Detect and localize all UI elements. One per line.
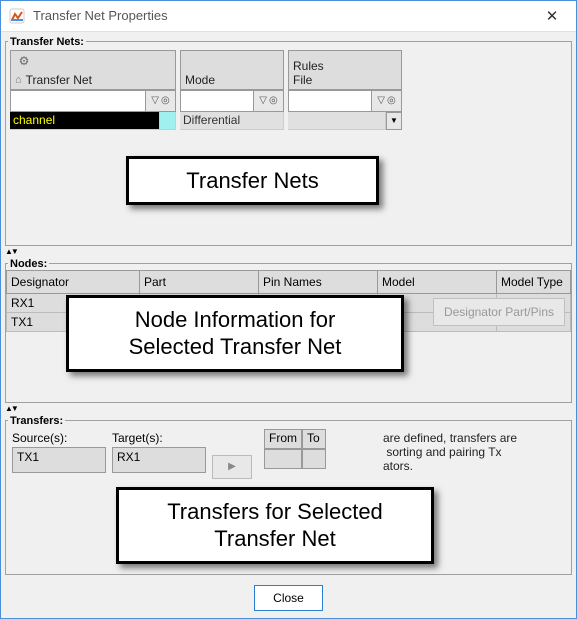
callout-transfers: Transfers for Selected Transfer Net	[116, 487, 434, 564]
filter-transfer-net-icons[interactable]: ▽ ◎	[146, 90, 176, 112]
funnel-icon: ▽	[259, 95, 267, 106]
window-close-button[interactable]: ✕	[536, 7, 568, 25]
callout-transfers-line2: Transfer Net	[214, 526, 335, 551]
to-header[interactable]: To	[302, 429, 326, 449]
titlebar: Transfer Net Properties ✕	[1, 1, 576, 32]
splitter-1[interactable]: ▲▼	[3, 248, 574, 256]
callout-nodes-line2: Selected Transfer Net	[129, 334, 342, 359]
th-model[interactable]: Model	[378, 270, 497, 293]
filter-mode-input[interactable]	[180, 90, 254, 112]
hint-line2: sorting and pairing Tx	[386, 445, 501, 459]
filter-mode-icons[interactable]: ▽ ◎	[254, 90, 284, 112]
callout-nodes: Node Information for Selected Transfer N…	[66, 295, 404, 372]
transfers-legend: Transfers:	[8, 415, 65, 427]
th-designator[interactable]: Designator	[7, 270, 140, 293]
transfer-nets-legend: Transfer Nets:	[8, 36, 86, 48]
target-icon: ◎	[387, 95, 396, 106]
filter-transfer-net-input[interactable]	[10, 90, 146, 112]
transfers-hint-text: are defined, transfers are sorting and p…	[383, 431, 563, 473]
sources-column: Source(s): TX1	[12, 429, 106, 479]
transfer-nets-grid: ⚙ ⌂ Transfer Net ▽ ◎	[6, 48, 571, 132]
home-icon: ⌂	[15, 74, 22, 86]
callout-transfer-nets: Transfer Nets	[126, 156, 379, 206]
splitter-2[interactable]: ▲▼	[3, 405, 574, 413]
targets-column: Target(s): RX1	[112, 429, 206, 479]
callout-transfer-nets-text: Transfer Nets	[186, 168, 318, 193]
filter-rules-file-icons[interactable]: ▽ ◎	[372, 90, 402, 112]
list-item[interactable]: TX1	[17, 450, 101, 464]
arrow-right-icon: ▶	[228, 461, 236, 472]
list-item[interactable]: RX1	[117, 450, 201, 464]
nodes-header-row: Designator Part Pin Names Model Model Ty…	[7, 270, 571, 293]
funnel-icon: ▽	[377, 95, 385, 106]
sources-label: Source(s):	[12, 429, 106, 447]
callout-nodes-line1: Node Information for	[135, 307, 336, 332]
sources-list[interactable]: TX1	[12, 447, 106, 473]
col-mode-label[interactable]: Mode	[185, 73, 279, 87]
transfers-group: Transfers: Source(s): TX1 Target(s): RX1	[5, 415, 572, 575]
col-transfer-net: ⚙ ⌂ Transfer Net ▽ ◎	[10, 50, 176, 130]
col-transfer-net-label[interactable]: Transfer Net	[26, 73, 92, 87]
designator-part-pins-button[interactable]: Designator Part/Pins	[433, 298, 565, 326]
nodes-group: Nodes: Designator Part Pin Names Model M…	[5, 258, 572, 403]
window-root: Transfer Net Properties ✕ Transfer Nets:…	[0, 0, 577, 619]
targets-list[interactable]: RX1	[112, 447, 206, 473]
callout-transfers-line1: Transfers for Selected	[167, 499, 383, 524]
from-cell[interactable]	[264, 449, 302, 469]
rules-file-dropdown-button[interactable]: ▼	[386, 112, 402, 130]
cell-transfer-net-name[interactable]: channel	[10, 112, 160, 130]
target-icon: ◎	[161, 95, 170, 106]
th-model-type[interactable]: Model Type	[497, 270, 571, 293]
funnel-icon: ▽	[151, 95, 159, 106]
from-header[interactable]: From	[264, 429, 302, 449]
body: Transfer Nets: ⚙ ⌂ Transfer Net	[1, 32, 576, 579]
filter-rules-file-input[interactable]	[288, 90, 372, 112]
col-rules-file-label[interactable]: Rules File	[293, 59, 397, 87]
hint-line1: are defined, transfers are	[383, 431, 517, 445]
window-title: Transfer Net Properties	[33, 8, 536, 23]
cell-transfer-net-marker	[160, 112, 176, 130]
col-mode: Mode ▽ ◎ Differential	[180, 50, 284, 130]
fromto-column: From To	[264, 429, 334, 479]
footer: Close	[1, 579, 576, 618]
th-part[interactable]: Part	[140, 270, 259, 293]
gear-icon[interactable]: ⚙	[12, 52, 36, 70]
col-rules-file: Rules File ▽ ◎ ▼	[288, 50, 402, 130]
targets-label: Target(s):	[112, 429, 206, 447]
move-column: ▶	[212, 429, 258, 479]
nodes-legend: Nodes:	[8, 258, 49, 270]
chevron-down-icon: ▼	[390, 116, 398, 125]
th-pin-names[interactable]: Pin Names	[259, 270, 378, 293]
close-button[interactable]: Close	[254, 585, 323, 611]
cell-rules-file-value[interactable]	[288, 112, 386, 130]
target-icon: ◎	[269, 95, 278, 106]
col-transfer-net-header: ⚙ ⌂ Transfer Net	[10, 50, 176, 90]
transfer-nets-group: Transfer Nets: ⚙ ⌂ Transfer Net	[5, 36, 572, 246]
hint-line3: ators.	[383, 459, 413, 473]
app-icon	[9, 8, 25, 24]
move-right-button[interactable]: ▶	[212, 455, 252, 479]
cell-mode-value[interactable]: Differential	[180, 112, 284, 130]
to-cell[interactable]	[302, 449, 326, 469]
